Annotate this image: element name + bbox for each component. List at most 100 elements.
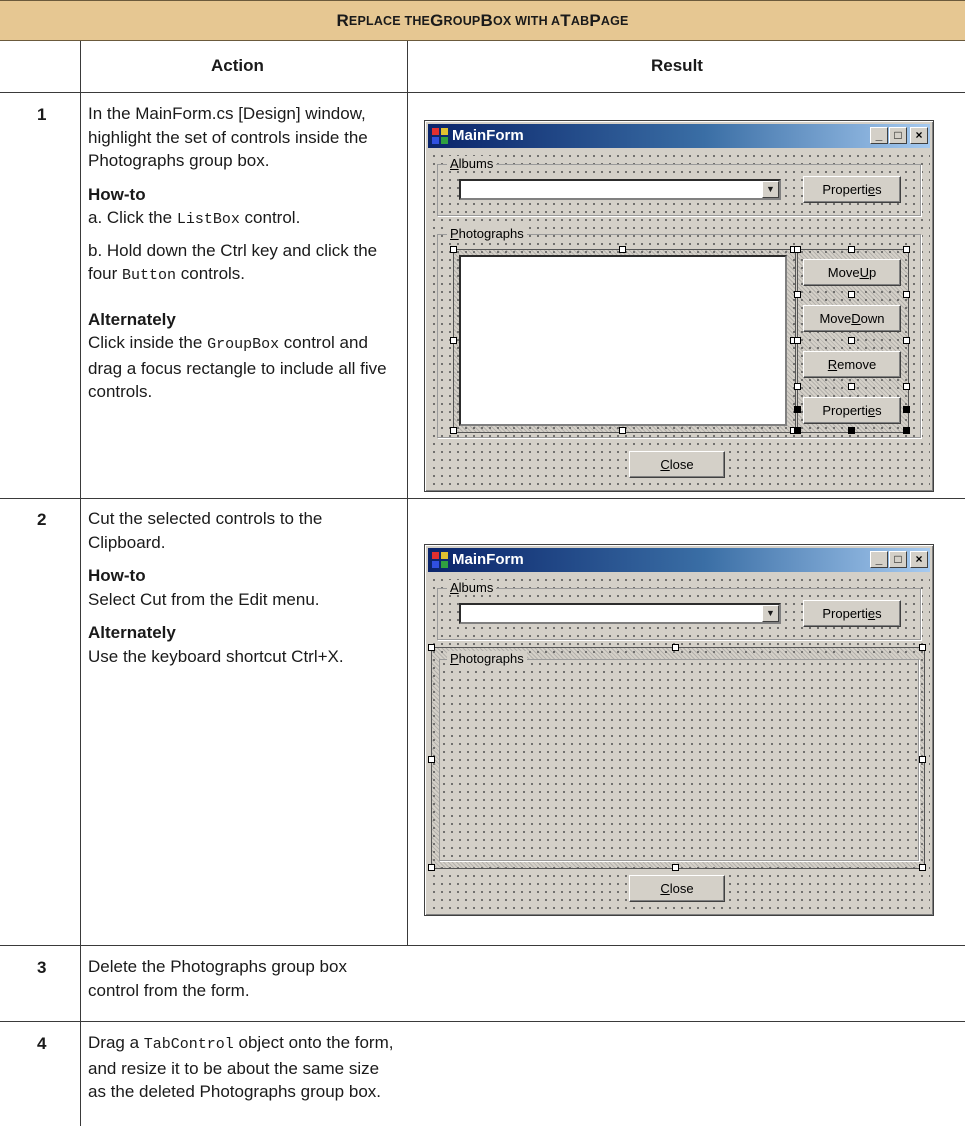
resize-handle[interactable] xyxy=(848,337,855,344)
resize-handle[interactable] xyxy=(794,427,801,434)
step-intro: Drag a TabControl object onto the form, … xyxy=(88,1033,394,1101)
resize-handle[interactable] xyxy=(794,406,801,413)
resize-handle[interactable] xyxy=(428,644,435,651)
step-3-action: Delete the Photographs group box control… xyxy=(88,955,398,1012)
minimize-button[interactable]: _ xyxy=(870,127,888,144)
close-button[interactable]: Close xyxy=(629,875,725,902)
resize-handle[interactable] xyxy=(794,383,801,390)
column-divider xyxy=(80,41,81,1126)
resize-handle[interactable] xyxy=(450,337,457,344)
title-part: ROUP xyxy=(443,13,481,28)
resize-handle[interactable] xyxy=(794,291,801,298)
step-number: 2 xyxy=(37,510,47,529)
photographs-label: Photographs xyxy=(447,226,527,241)
resize-handle[interactable] xyxy=(919,756,926,763)
close-button[interactable]: Close xyxy=(629,451,725,478)
step-4-action: Drag a TabControl object onto the form, … xyxy=(88,1031,398,1114)
step-1-action: In the MainForm.cs [Design] window, high… xyxy=(88,102,398,414)
document-page: R EPLACE THE G ROUP B OX WITH A T AB P AGE Acti… xyxy=(0,0,965,1126)
resize-handle[interactable] xyxy=(794,246,801,253)
title-part: R xyxy=(336,10,349,30)
mainform-window-1: MainForm _ □ × Albums ▼ Properti e s Photo… xyxy=(424,120,934,492)
albums-combobox[interactable]: ▼ xyxy=(459,179,781,200)
title-part: OX WITH A xyxy=(492,13,561,28)
albums-label: Albums xyxy=(447,580,497,595)
step-number: 4 xyxy=(37,1034,47,1053)
maximize-button[interactable]: □ xyxy=(889,127,907,144)
photographs-listbox[interactable] xyxy=(459,255,787,426)
title-part: G xyxy=(430,10,444,30)
alternately-text: Click inside the GroupBox control and dr… xyxy=(88,333,387,401)
resize-handle[interactable] xyxy=(919,644,926,651)
dropdown-arrow-icon[interactable]: ▼ xyxy=(762,605,779,622)
step-intro: In the MainForm.cs [Design] window, high… xyxy=(88,104,368,170)
howto-label: How-to xyxy=(88,184,146,204)
remove-button[interactable]: Remove xyxy=(803,351,901,378)
resize-handle[interactable] xyxy=(428,756,435,763)
howto-item: b. Hold down the Ctrl key and click the … xyxy=(88,240,378,285)
resize-handle[interactable] xyxy=(848,383,855,390)
properties-button[interactable]: Properti e s xyxy=(803,176,901,203)
header-divider xyxy=(0,92,965,93)
resize-handle[interactable] xyxy=(672,864,679,871)
resize-handle[interactable] xyxy=(848,427,855,434)
alternately-label: Alternately xyxy=(88,309,176,329)
photo-properties-button[interactable]: Properti e s xyxy=(803,397,901,424)
resize-handle[interactable] xyxy=(903,427,910,434)
resize-handle[interactable] xyxy=(794,337,801,344)
step-2-action: Cut the selected controls to the Clipboa… xyxy=(88,507,398,678)
resize-handle[interactable] xyxy=(903,406,910,413)
table-title: R EPLACE THE G ROUP B OX WITH A T AB P AGE xyxy=(0,0,965,41)
row-divider xyxy=(0,1021,965,1022)
resize-handle[interactable] xyxy=(450,427,457,434)
albums-combobox[interactable]: ▼ xyxy=(459,603,781,624)
resize-handle[interactable] xyxy=(919,864,926,871)
column-divider xyxy=(407,41,408,946)
resize-handle[interactable] xyxy=(428,864,435,871)
alternately-text: Use the keyboard shortcut Ctrl+X. xyxy=(88,646,344,666)
close-window-button[interactable]: × xyxy=(910,551,928,568)
resize-handle[interactable] xyxy=(450,246,457,253)
resize-handle[interactable] xyxy=(848,246,855,253)
step-number: 1 xyxy=(37,105,47,124)
maximize-button[interactable]: □ xyxy=(889,551,907,568)
title-part: EPLACE THE xyxy=(348,13,431,28)
minimize-button[interactable]: _ xyxy=(870,551,888,568)
step-intro: Delete the Photographs group box control… xyxy=(88,957,347,1000)
photographs-label: Photographs xyxy=(447,651,527,666)
move-up-button[interactable]: Move Up xyxy=(803,259,901,286)
properties-button[interactable]: Properti e s xyxy=(803,600,901,627)
resize-handle[interactable] xyxy=(903,383,910,390)
resize-handle[interactable] xyxy=(672,644,679,651)
resize-handle[interactable] xyxy=(903,291,910,298)
dropdown-arrow-icon[interactable]: ▼ xyxy=(762,181,779,198)
step-number: 3 xyxy=(37,958,47,977)
result-header: Result xyxy=(651,56,703,75)
title-part: B xyxy=(480,10,493,30)
resize-handle[interactable] xyxy=(903,246,910,253)
resize-handle[interactable] xyxy=(848,291,855,298)
howto-label: How-to xyxy=(88,566,146,585)
howto-text: Select Cut from the Edit menu. xyxy=(88,589,320,609)
title-part: AB xyxy=(570,13,590,28)
resize-handle[interactable] xyxy=(619,427,626,434)
howto-item: a. Click the ListBox control. xyxy=(88,208,301,228)
window-title: MainForm xyxy=(452,127,524,144)
window-titlebar: MainForm _ □ × xyxy=(428,548,930,572)
albums-label: Albums xyxy=(447,156,497,171)
photographs-groupbox xyxy=(439,659,919,861)
form-icon xyxy=(432,128,448,144)
form-icon xyxy=(432,552,448,568)
resize-handle[interactable] xyxy=(619,246,626,253)
move-down-button[interactable]: Move Down xyxy=(803,305,901,332)
title-part: P xyxy=(589,10,601,30)
window-title: MainForm xyxy=(452,551,524,568)
window-titlebar: MainForm _ □ × xyxy=(428,124,930,148)
title-part: AGE xyxy=(600,13,629,28)
action-header: Action xyxy=(211,56,264,75)
resize-handle[interactable] xyxy=(903,337,910,344)
step-intro: Cut the selected controls to the Clipboa… xyxy=(88,509,323,552)
alternately-label: Alternately xyxy=(88,623,176,642)
row-divider xyxy=(0,945,965,946)
close-window-button[interactable]: × xyxy=(910,127,928,144)
